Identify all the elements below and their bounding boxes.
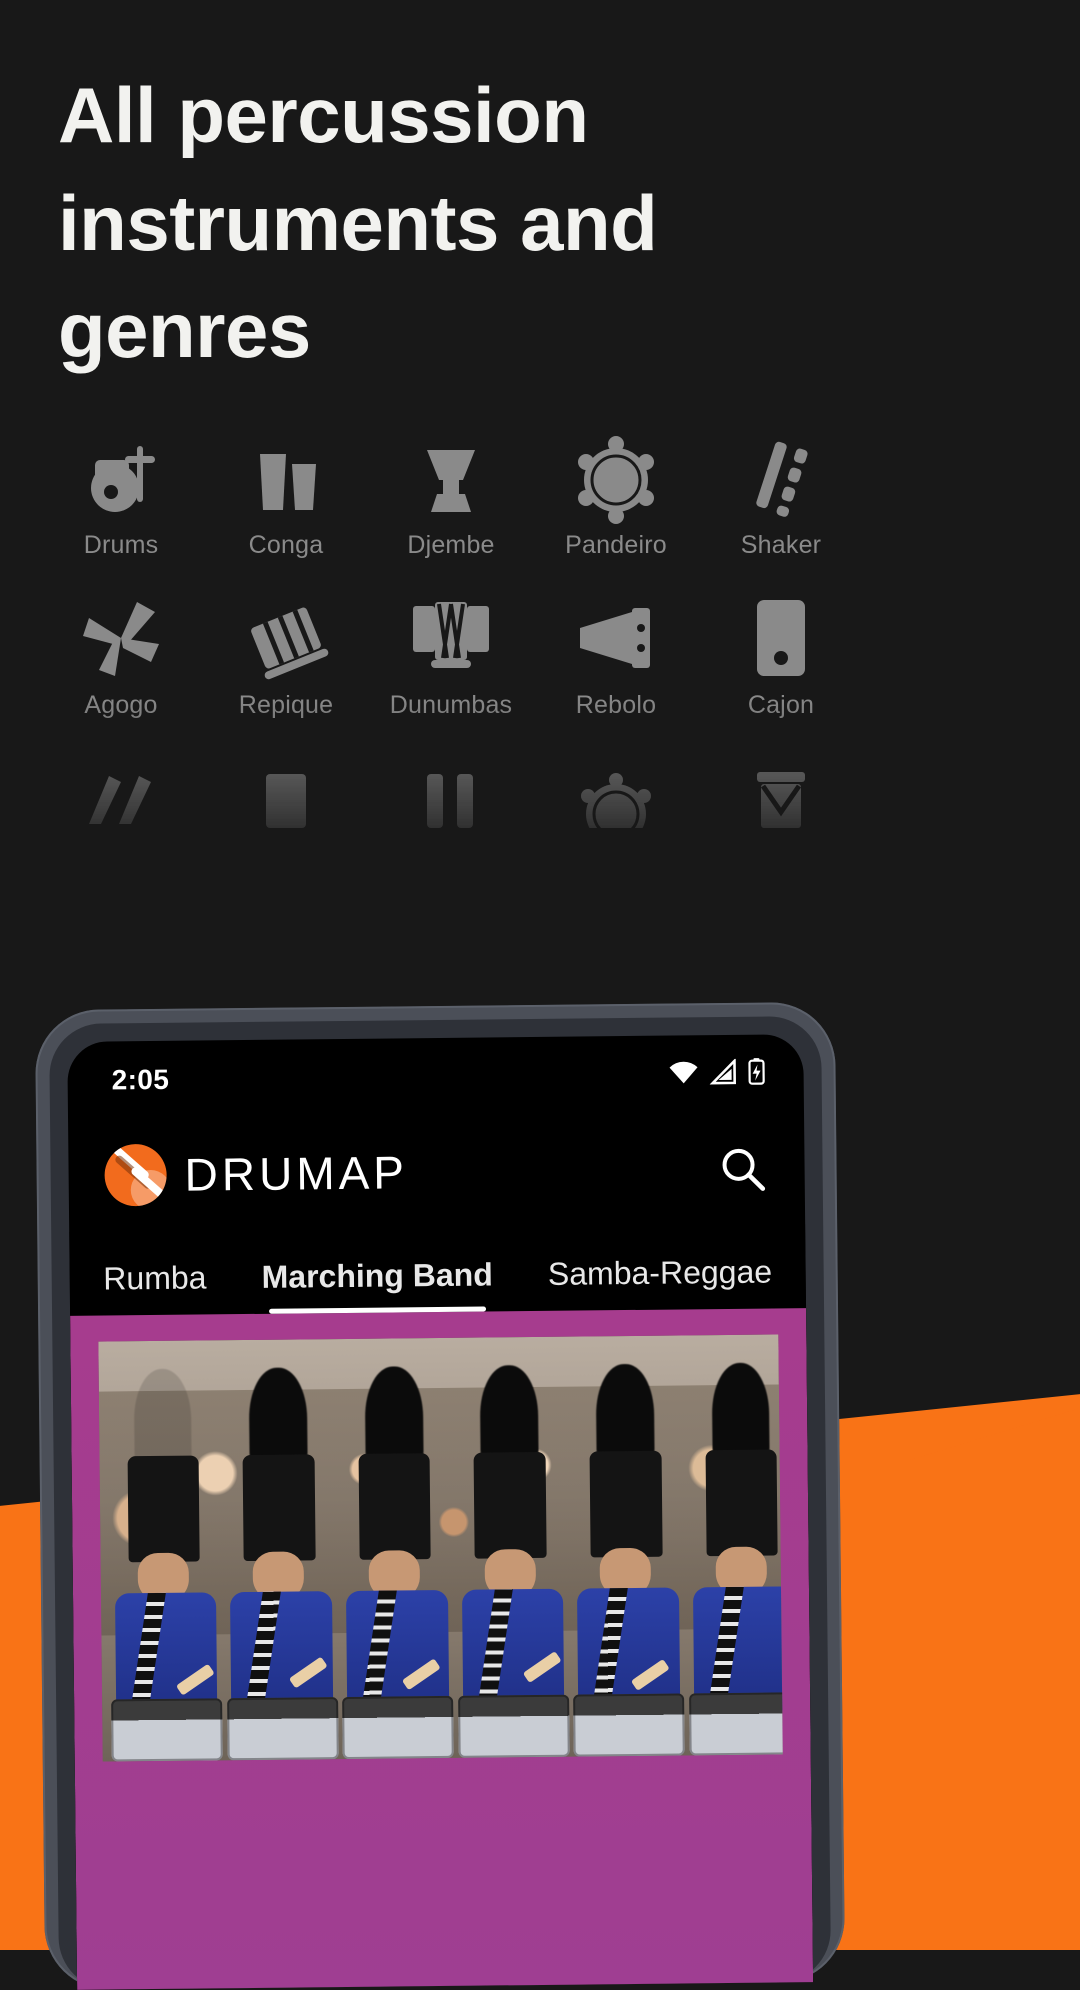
instrument-cell-cuica — [700, 750, 862, 845]
tamborim-icon — [535, 750, 697, 845]
claves-icon — [40, 750, 202, 845]
instrument-grid: Drums Conga Djembe Pandeiro Shaker Agogo… — [40, 430, 1040, 860]
instrument-label: Rebolo — [575, 691, 657, 719]
instrument-cell-agogo: Agogo — [40, 590, 202, 720]
timbal-icon — [370, 750, 532, 845]
genre-content-panel — [70, 1308, 814, 1990]
instrument-label: Repique — [238, 691, 334, 719]
instrument-cell-timbal — [370, 750, 532, 845]
status-bar: 2:05 — [67, 1034, 804, 1120]
instrument-label: Cajon — [747, 691, 815, 719]
battery-icon — [747, 1057, 765, 1090]
instrument-label: Drums — [83, 531, 159, 559]
dunumbas-icon — [370, 590, 532, 685]
instrument-label: Djembe — [407, 531, 495, 559]
repique-icon — [205, 590, 367, 685]
instrument-cell-dunumbas: Dunumbas — [370, 590, 532, 720]
phone-screen: 2:05 DRUMAP Rumba Marching Band Samba-Re… — [67, 1034, 814, 1990]
conga-icon — [205, 430, 367, 525]
instrument-cell-claves — [40, 750, 202, 845]
instrument-cell-drums: Drums — [40, 430, 202, 560]
signal-icon — [709, 1057, 737, 1089]
instrument-label: Shaker — [740, 531, 822, 559]
shaker-icon — [700, 430, 862, 525]
marching-band-photo[interactable] — [98, 1334, 783, 1762]
instrument-cell-rebolo: Rebolo — [535, 590, 697, 720]
instrument-label: Conga — [248, 531, 324, 559]
tab-rumba[interactable]: Rumba — [76, 1259, 235, 1316]
phone-mockup: 2:05 DRUMAP Rumba Marching Band Samba-Re… — [34, 1001, 846, 1990]
page-title: All percussion instruments and genres — [58, 71, 658, 375]
instrument-cell-conga: Conga — [205, 430, 367, 560]
cuica-icon — [700, 750, 862, 845]
instrument-cell-tamborim — [535, 750, 697, 845]
rebolo-icon — [535, 590, 697, 685]
instrument-cell-repique: Repique — [205, 590, 367, 720]
djembe-icon — [370, 430, 532, 525]
tab-marching-band[interactable]: Marching Band — [234, 1256, 521, 1314]
instrument-cell-cajon: Cajon — [700, 590, 862, 720]
app-bar: DRUMAP — [68, 1112, 805, 1232]
instrument-cell-shaker: Shaker — [700, 430, 862, 560]
pandeiro-icon — [535, 430, 697, 525]
instrument-row — [40, 750, 1040, 845]
instrument-cell-surdo — [205, 750, 367, 845]
status-time: 2:05 — [111, 1063, 170, 1096]
wifi-icon — [667, 1059, 699, 1090]
instrument-label: Pandeiro — [565, 531, 667, 559]
cajon-icon — [700, 590, 862, 685]
drumap-logo-icon — [104, 1143, 167, 1207]
instrument-row: Drums Conga Djembe Pandeiro Shaker — [40, 430, 1040, 560]
genre-tab-bar: Rumba Marching Band Samba-Reggae — [69, 1224, 807, 1316]
surdo-icon — [205, 750, 367, 845]
tab-samba-reggae[interactable]: Samba-Reggae — [520, 1253, 800, 1311]
instrument-cell-djembe: Djembe — [370, 430, 532, 560]
agogo-icon — [40, 590, 202, 685]
drum-kit-icon — [40, 430, 202, 525]
instrument-label: Agogo — [84, 691, 158, 719]
instrument-row: Agogo Repique Dunumbas Rebolo Cajon — [40, 590, 1040, 720]
instrument-label: Dunumbas — [389, 691, 513, 719]
app-name: DRUMAP — [184, 1146, 409, 1201]
search-icon[interactable] — [716, 1143, 769, 1196]
orange-backdrop-shape-right — [910, 1405, 1080, 1935]
instrument-cell-pandeiro: Pandeiro — [535, 430, 697, 560]
status-icons — [667, 1057, 765, 1091]
